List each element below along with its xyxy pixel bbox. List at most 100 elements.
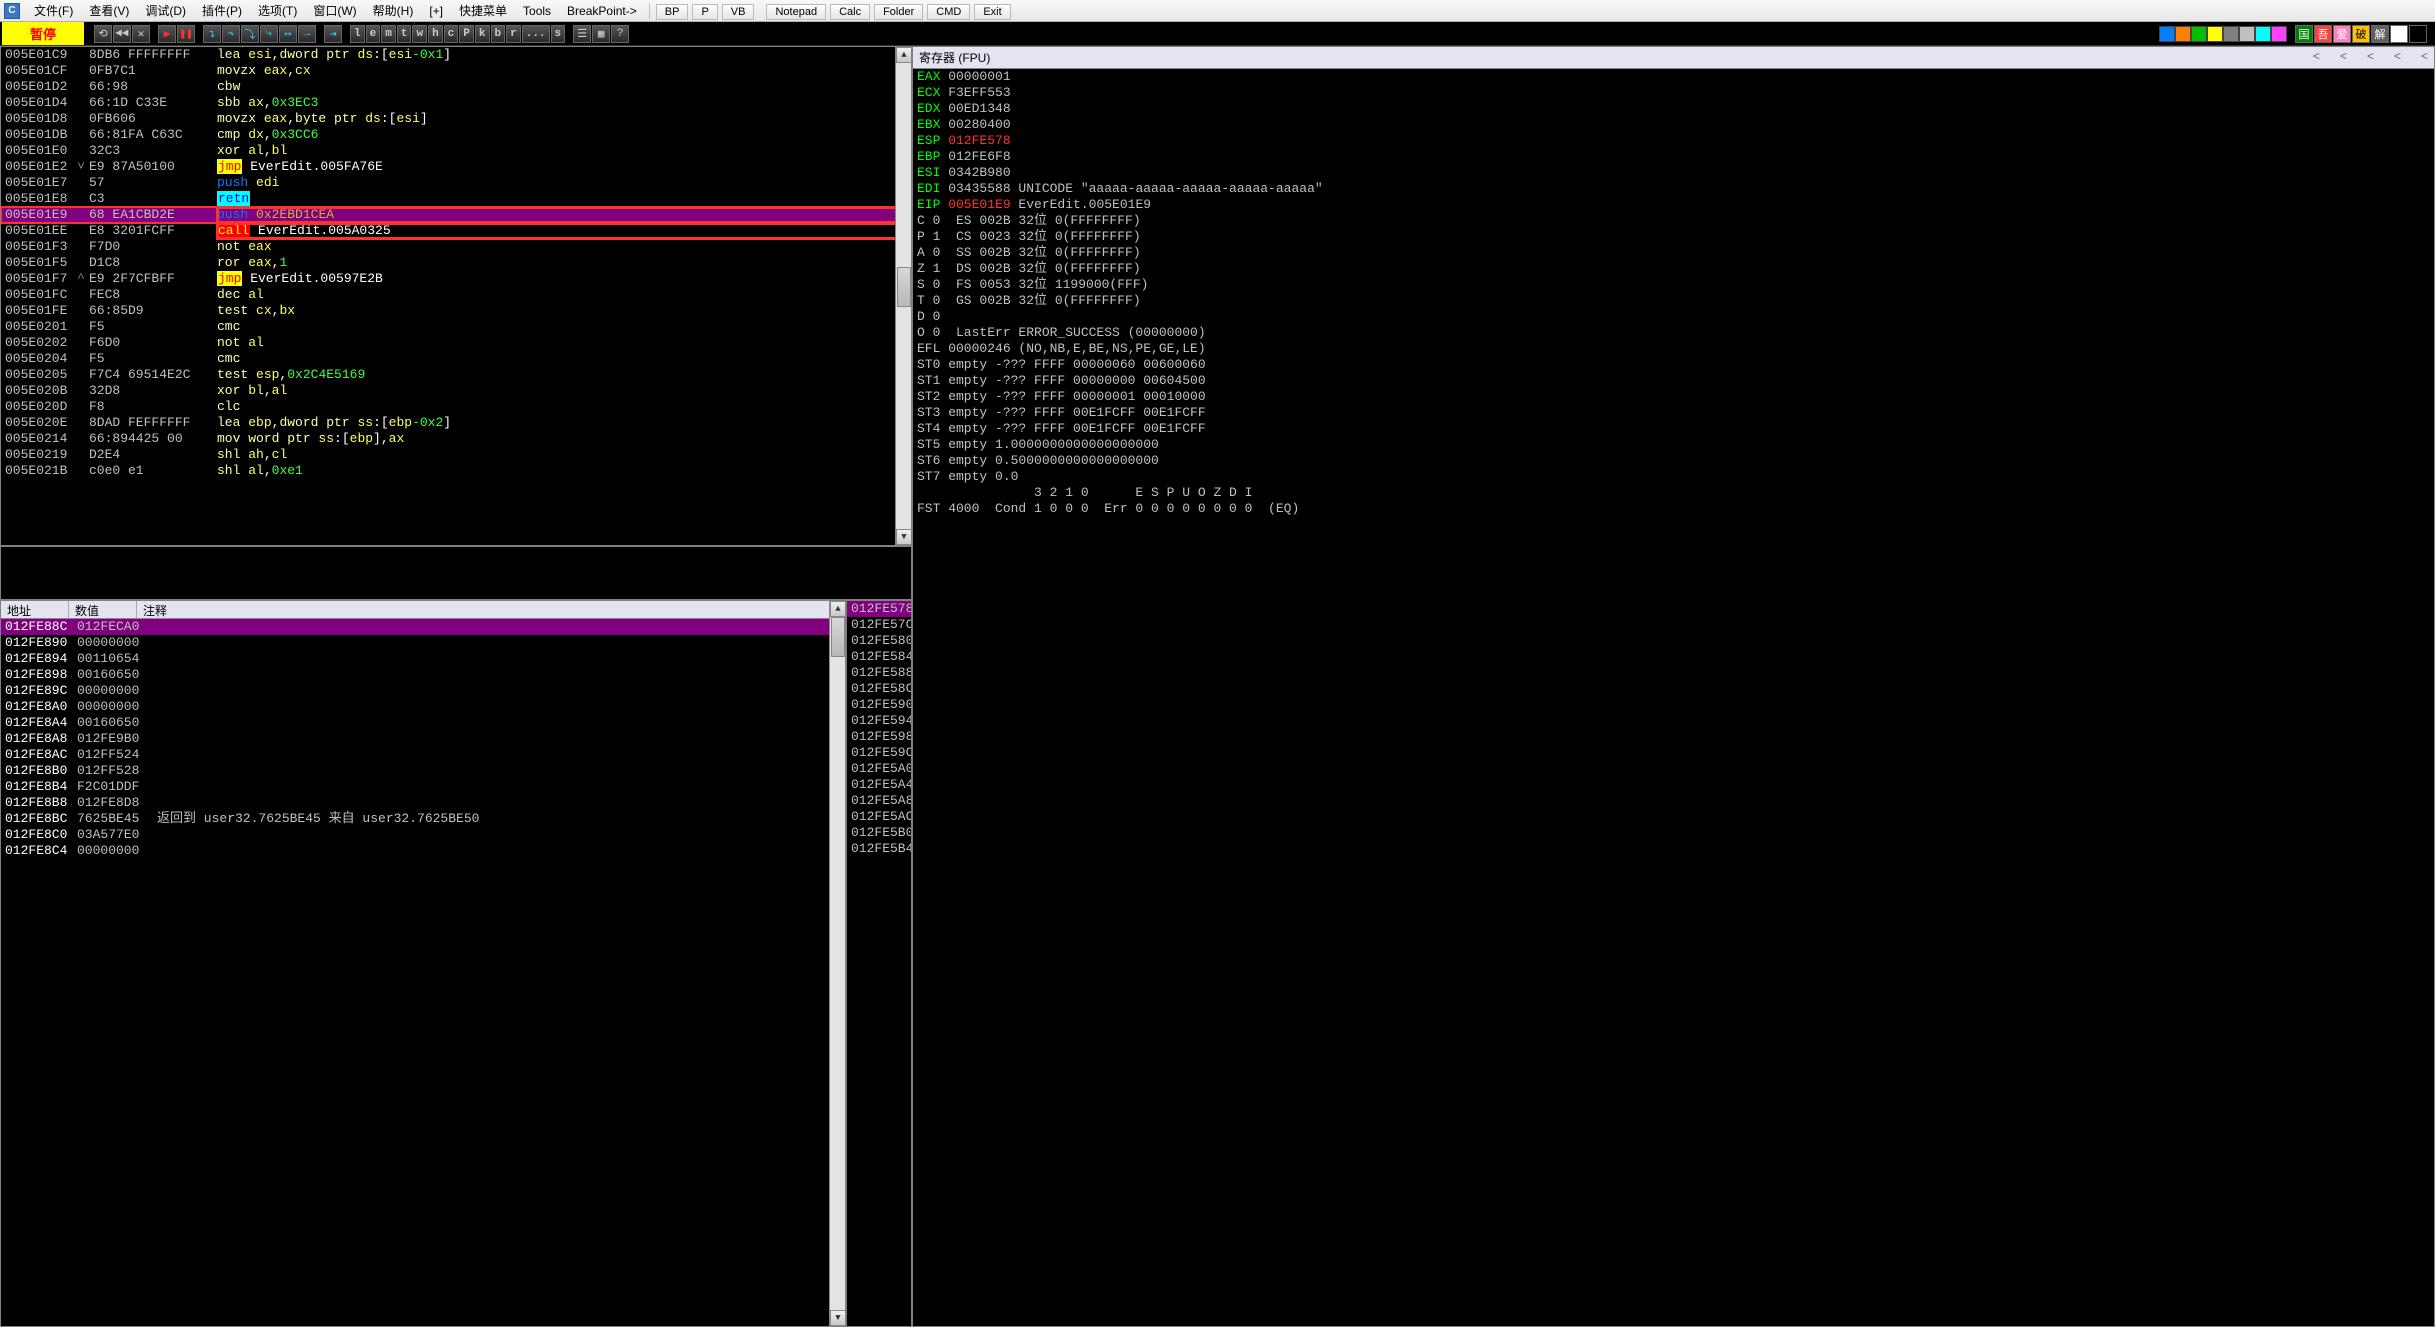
toolbar-button-t[interactable]: t	[397, 25, 412, 43]
goto-icon[interactable]: →	[298, 25, 316, 43]
register-line[interactable]: ST2 empty -??? FFFF 00000001 00010000	[913, 389, 2434, 405]
disasm-line[interactable]: 005E01D466:1D C33Esbb ax,0x3EC3	[1, 95, 911, 111]
cn-button[interactable]: 解	[2371, 25, 2389, 43]
step-into-icon[interactable]: ↴	[203, 25, 221, 43]
dump-line[interactable]: 012FE8B4F2C01DDF	[1, 779, 845, 795]
toolbar-button-b[interactable]: b	[491, 25, 506, 43]
scrollbar[interactable]: ▲ ▼	[895, 47, 911, 545]
register-line[interactable]: FST 4000 Cond 1 0 0 0 Err 0 0 0 0 0 0 0 …	[913, 501, 2434, 517]
list-icon[interactable]: ☰	[573, 25, 591, 43]
register-line[interactable]: EBX 00280400	[913, 117, 2434, 133]
column-address[interactable]: 地址	[1, 601, 69, 618]
disasm-line[interactable]: 005E01D80FB606movzx eax,byte ptr ds:[esi…	[1, 111, 911, 127]
close-icon[interactable]: ✕	[132, 25, 150, 43]
dump-line[interactable]: 012FE8AC012FF524	[1, 747, 845, 763]
dump-line[interactable]: 012FE8A8012FE9B0	[1, 731, 845, 747]
register-line[interactable]: T 0 GS 002B 32位 0(FFFFFFFF)	[913, 293, 2434, 309]
register-line[interactable]: ST0 empty -??? FFFF 00000060 00600060	[913, 357, 2434, 373]
disassembly-pane[interactable]: 005E01C98DB6 FFFFFFFFlea esi,dword ptr d…	[0, 46, 912, 546]
toolbar-button-c[interactable]: c	[444, 25, 459, 43]
dump-line[interactable]: 012FE89000000000	[1, 635, 845, 651]
dump-line[interactable]: 012FE8BC7625BE45返回到 user32.7625BE45 来自 u…	[1, 811, 845, 827]
scroll-up-icon[interactable]: ▲	[830, 601, 846, 617]
menu-item[interactable]: [+]	[421, 2, 451, 20]
register-line[interactable]: P 1 CS 0023 32位 0(FFFFFFFF)	[913, 229, 2434, 245]
toolbar-button-l[interactable]: l	[350, 25, 365, 43]
restart-icon[interactable]: ⟲	[94, 25, 112, 43]
color-palette[interactable]	[2159, 26, 2287, 42]
dump-line[interactable]: 012FE88C012FECA0	[1, 619, 845, 635]
register-line[interactable]: ESP 012FE578	[913, 133, 2434, 149]
blank-button[interactable]	[2409, 25, 2427, 43]
dump-line[interactable]: 012FE8A000000000	[1, 699, 845, 715]
chevron-left-icon[interactable]: <	[2340, 49, 2347, 66]
register-line[interactable]: 3 2 1 0 E S P U O Z D I	[913, 485, 2434, 501]
register-line[interactable]: EFL 00000246 (NO,NB,E,BE,NS,PE,GE,LE)	[913, 341, 2434, 357]
trace-over-icon[interactable]: ⤷	[260, 25, 278, 43]
dump-line[interactable]: 012FE8B8012FE8D8	[1, 795, 845, 811]
toolbar-button-m[interactable]: m	[381, 25, 396, 43]
stack-line[interactable]: 012FE580004F70B0UNICODE "EverEdit"	[847, 633, 911, 649]
dump-line[interactable]: 012FE89C00000000	[1, 683, 845, 699]
menu-item[interactable]: BreakPoint->	[559, 2, 645, 20]
disasm-line[interactable]: 005E01F5D1C8ror eax,1	[1, 255, 911, 271]
menu-item[interactable]: 帮助(H)	[365, 2, 422, 20]
stack-line[interactable]: 012FE5A800000004	[847, 793, 911, 809]
run-till-return-icon[interactable]: ↦	[279, 25, 297, 43]
disasm-line[interactable]: 005E0202F6D0not al	[1, 335, 911, 351]
toolbar-button-h[interactable]: h	[428, 25, 443, 43]
stack-line[interactable]: 012FE58C00000000	[847, 681, 911, 697]
disasm-line[interactable]: 005E021466:894425 00mov word ptr ss:[ebp…	[1, 431, 911, 447]
disasm-line[interactable]: 005E0201F5cmc	[1, 319, 911, 335]
stack-line[interactable]: 012FE59C74C82936返回到 gdi32ful.74C82936 来自…	[847, 745, 911, 761]
disasm-line[interactable]: 005E0204F5cmc	[1, 351, 911, 367]
disasm-line[interactable]: 005E020B32D8xor bl,al	[1, 383, 911, 399]
dump-line[interactable]: 012FE8C003A577E0	[1, 827, 845, 843]
menu-item[interactable]: 查看(V)	[81, 2, 137, 20]
chevron-left-icon[interactable]: <	[2367, 49, 2374, 66]
dump-line[interactable]: 012FE8B0012FF528	[1, 763, 845, 779]
register-line[interactable]: A 0 SS 002B 32位 0(FFFFFFFF)	[913, 245, 2434, 261]
disasm-line[interactable]: 005E0219D2E4shl ah,cl	[1, 447, 911, 463]
chevron-left-icon[interactable]: <	[2313, 49, 2320, 66]
help-icon[interactable]: ?	[611, 25, 629, 43]
menu-button-vb[interactable]: VB	[722, 4, 755, 20]
register-line[interactable]: ESI 0342B980	[913, 165, 2434, 181]
register-line[interactable]: EAX 00000001	[913, 69, 2434, 85]
disasm-line[interactable]: 005E01E757push edi	[1, 175, 911, 191]
scroll-up-icon[interactable]: ▲	[896, 47, 912, 63]
dump-pane[interactable]: 地址 数值 注释 012FE88C012FECA0012FE8900000000…	[0, 600, 846, 1327]
scrollbar[interactable]: ▲ ▼	[829, 601, 845, 1326]
register-line[interactable]: Z 1 DS 002B 32位 0(FFFFFFFF)	[913, 261, 2434, 277]
stack-line[interactable]: 012FE588012FEEE0	[847, 665, 911, 681]
register-line[interactable]: ECX F3EFF553	[913, 85, 2434, 101]
scroll-thumb[interactable]	[897, 267, 911, 307]
toolbar-button-e[interactable]: e	[366, 25, 381, 43]
stack-line[interactable]: 012FE58400000030	[847, 649, 911, 665]
menu-button-folder[interactable]: Folder	[874, 4, 923, 20]
disasm-line[interactable]: 005E01E032C3xor al,bl	[1, 143, 911, 159]
register-line[interactable]: C 0 ES 002B 32位 0(FFFFFFFF)	[913, 213, 2434, 229]
registers-pane[interactable]: 寄存器 (FPU) <<<<< EAX 00000001ECX F3EFF553…	[912, 46, 2435, 1327]
disasm-line[interactable]: 005E01E968 EA1CBD2Epush 0x2EBD1CEA	[1, 207, 911, 223]
dump-line[interactable]: 012FE89800160650	[1, 667, 845, 683]
disasm-line[interactable]: 005E0205F7C4 69514E2Ctest esp,0x2C4E5169	[1, 367, 911, 383]
play-icon[interactable]: ▶	[158, 25, 176, 43]
disasm-line[interactable]: 005E01C98DB6 FFFFFFFFlea esi,dword ptr d…	[1, 47, 911, 63]
register-line[interactable]: ST4 empty -??? FFFF 00E1FCFF 00E1FCFF	[913, 421, 2434, 437]
menu-item[interactable]: 选项(T)	[250, 2, 305, 20]
stack-line[interactable]: 012FE5A000000003	[847, 761, 911, 777]
register-line[interactable]: EBP 012FE6F8	[913, 149, 2434, 165]
disasm-line[interactable]: 005E020E8DAD FEFFFFFFlea ebp,dword ptr s…	[1, 415, 911, 431]
dump-line[interactable]: 012FE8C400000000	[1, 843, 845, 859]
column-comment[interactable]: 注释	[137, 601, 845, 618]
dump-line[interactable]: 012FE89400110654	[1, 651, 845, 667]
cn-button[interactable]: 吾	[2314, 25, 2332, 43]
disasm-line[interactable]: 005E021Bc0e0 e1shl al,0xe1	[1, 463, 911, 479]
register-line[interactable]: D 0	[913, 309, 2434, 325]
register-line[interactable]: EDX 00ED1348	[913, 101, 2434, 117]
cn-button[interactable]: 爱	[2333, 25, 2351, 43]
disasm-line[interactable]: 005E01E2˅E9 87A50100jmp EverEdit.005FA76…	[1, 159, 911, 175]
toolbar-button-s[interactable]: s	[551, 25, 566, 43]
stack-line[interactable]: 012FE5940337DF00	[847, 713, 911, 729]
